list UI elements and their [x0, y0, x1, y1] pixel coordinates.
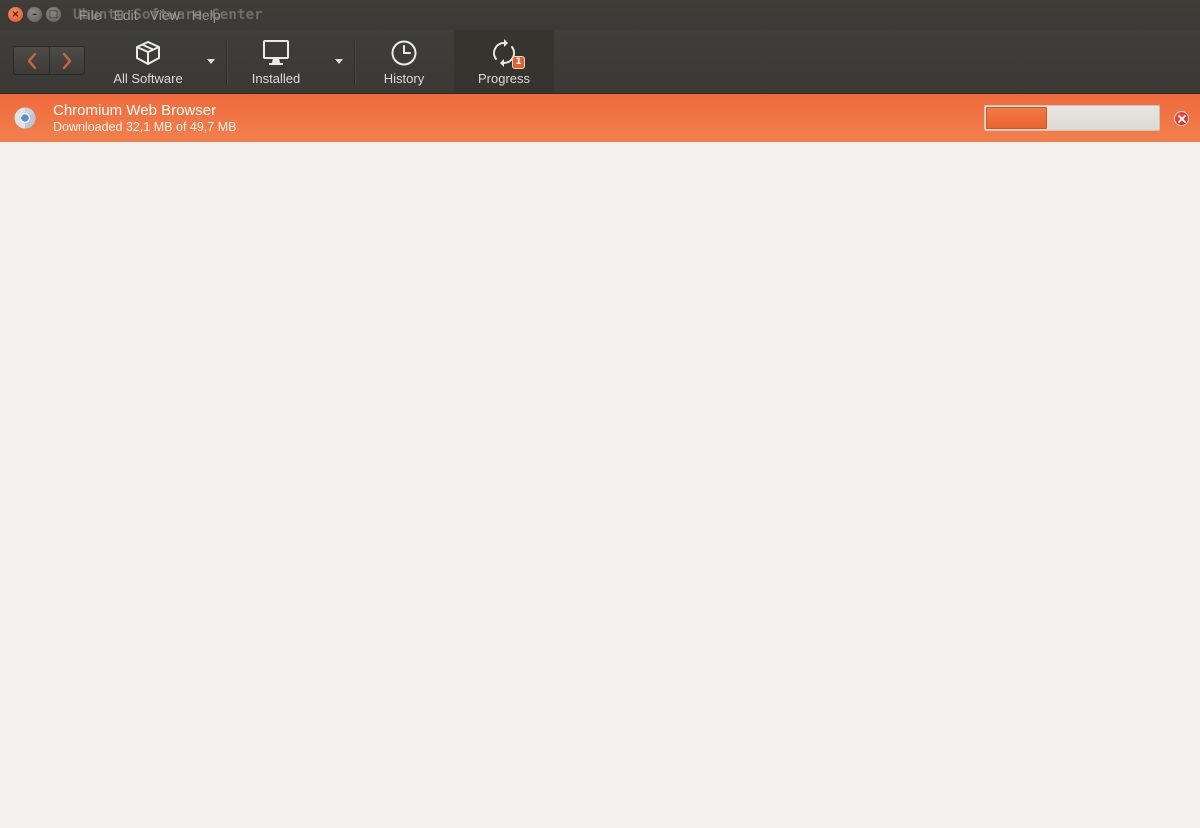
- caret-down-icon: [335, 59, 343, 64]
- close-icon: [1177, 114, 1186, 123]
- minimize-window-button[interactable]: –: [27, 7, 42, 22]
- download-progress-fill: [986, 107, 1047, 129]
- all-software-dropdown[interactable]: [197, 30, 225, 93]
- tab-all-software-label: All Software: [113, 71, 183, 86]
- app-name: Chromium Web Browser: [53, 102, 217, 119]
- toolbar-separator: [354, 40, 355, 84]
- tab-history-label: History: [383, 71, 425, 86]
- caret-down-icon: [207, 59, 215, 64]
- tab-history[interactable]: History: [364, 30, 444, 93]
- maximize-window-button[interactable]: □: [46, 7, 61, 22]
- menu-edit[interactable]: Edit: [114, 7, 138, 23]
- forward-button[interactable]: [49, 47, 84, 74]
- tab-progress-label: Progress: [477, 71, 531, 86]
- progress-count-badge: 1: [512, 56, 525, 69]
- tab-progress[interactable]: 1 Progress: [454, 30, 554, 93]
- menu-file[interactable]: File: [79, 7, 102, 23]
- navigation-buttons: [13, 46, 85, 75]
- clock-icon: [391, 40, 417, 66]
- installed-dropdown[interactable]: [325, 30, 353, 93]
- software-center-window: × – □ Ubuntu Software Center File Edit V…: [0, 0, 1200, 828]
- download-progress-bar: [984, 105, 1160, 131]
- monitor-icon: [263, 40, 289, 65]
- progress-item-row[interactable]: Chromium Web Browser Downloaded 32,1 MB …: [0, 94, 1200, 142]
- toolbar-separator: [226, 40, 227, 84]
- chromium-icon: [14, 107, 36, 129]
- menu-bar: File Edit View Help: [79, 7, 233, 23]
- chevron-right-icon: [62, 52, 72, 69]
- tab-installed[interactable]: Installed: [236, 30, 316, 93]
- software-box-icon: [136, 41, 160, 65]
- back-button[interactable]: [14, 47, 49, 74]
- progress-content-area: [0, 142, 1200, 828]
- menu-help[interactable]: Help: [192, 7, 221, 23]
- main-toolbar: All Software Installed History 1 Progres…: [0, 30, 1200, 94]
- download-status: Downloaded 32,1 MB of 49,7 MB: [53, 120, 237, 134]
- cancel-download-button[interactable]: [1174, 111, 1189, 126]
- title-bar: × – □ Ubuntu Software Center File Edit V…: [0, 0, 1200, 30]
- close-window-button[interactable]: ×: [8, 7, 23, 22]
- tab-installed-label: Installed: [251, 71, 301, 86]
- tab-all-software[interactable]: All Software: [104, 30, 192, 93]
- chevron-left-icon: [27, 52, 36, 69]
- menu-view[interactable]: View: [150, 7, 180, 23]
